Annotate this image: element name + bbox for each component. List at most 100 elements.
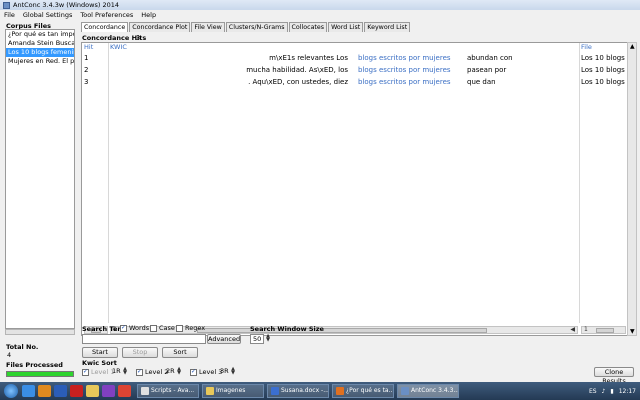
tab-collocates[interactable]: Collocates bbox=[288, 22, 328, 32]
taskbar-button[interactable]: ¿Por qué es ta... bbox=[332, 384, 394, 398]
start-button[interactable]: Start bbox=[82, 347, 118, 358]
column-header-file[interactable]: File bbox=[581, 43, 592, 51]
kwic-right-context: abundan con bbox=[467, 54, 513, 62]
case-check-box[interactable] bbox=[150, 324, 157, 332]
corpus-file-item[interactable]: Amanda Stein Buscal bbox=[6, 39, 74, 48]
menu-tool-preferences[interactable]: Tool Preferences bbox=[80, 11, 133, 19]
language-indicator[interactable]: ES bbox=[589, 388, 597, 395]
taskbar-app-icon bbox=[336, 387, 344, 395]
hit-file[interactable]: Los 10 blogs bbox=[581, 52, 625, 64]
table-row[interactable]: 1 m\xE1s relevantes Los blogs escritos p… bbox=[82, 52, 631, 64]
window-size-spinner-icon[interactable]: ▲ ▼ bbox=[265, 334, 271, 343]
taskbar-app-icon bbox=[401, 387, 409, 395]
concordance-hits-count: 3 bbox=[136, 34, 141, 42]
results-vertical-scrollbar[interactable]: ▲ ▼ bbox=[627, 42, 637, 336]
chrome-pin-icon[interactable] bbox=[118, 385, 131, 397]
case-label: Case bbox=[159, 324, 175, 332]
clone-results-button[interactable]: Clone Results bbox=[594, 367, 634, 385]
volume-icon[interactable]: ♪ bbox=[602, 388, 606, 395]
sort-level-2-check-box[interactable] bbox=[136, 368, 143, 376]
taskbar-button[interactable]: AntConc 3.4.3... bbox=[397, 384, 459, 398]
sort-level-3-check-box[interactable] bbox=[190, 368, 197, 376]
case-checkbox[interactable]: Case bbox=[150, 324, 175, 332]
taskbar-app-icon bbox=[206, 387, 214, 395]
taskbar-button-label: Scripts - Ava... bbox=[151, 387, 195, 394]
kwic-search-term[interactable]: blogs escritos por mujeres bbox=[358, 64, 451, 76]
corpus-pane: Corpus Files ¿Por qué es tan impor Amand… bbox=[0, 20, 80, 382]
hit-file[interactable]: Los 10 blogs bbox=[581, 76, 625, 88]
taskbar-button[interactable]: Susana.docx -... bbox=[267, 384, 329, 398]
menu-file[interactable]: File bbox=[4, 11, 15, 19]
corpus-file-list[interactable]: ¿Por qué es tan impor Amanda Stein Busca… bbox=[5, 29, 75, 329]
menu-bar: File Global Settings Tool Preferences He… bbox=[0, 10, 640, 20]
sort-level-3-value[interactable]: 3R bbox=[218, 367, 230, 376]
sort-level-3-spinner-icon[interactable]: ▲ ▼ bbox=[230, 367, 236, 376]
taskbar: Scripts - Ava... Imagenes Susana.docx -...… bbox=[0, 382, 640, 400]
app-icon bbox=[3, 1, 10, 9]
hit-number: 3 bbox=[84, 78, 89, 86]
hit-file[interactable]: Los 10 blogs bbox=[581, 64, 625, 76]
kwic-sort-label: Kwic Sort bbox=[82, 359, 117, 367]
regex-checkbox[interactable]: Regex bbox=[176, 324, 205, 332]
corpus-file-item[interactable]: Mujeres en Red. El pe bbox=[6, 57, 74, 66]
scroll-up-arrow-icon[interactable]: ▲ bbox=[630, 43, 635, 50]
taskbar-button-label: Imagenes bbox=[216, 387, 246, 394]
sort-level-1-check-box[interactable] bbox=[82, 368, 89, 376]
words-checkbox[interactable]: Words bbox=[120, 324, 149, 332]
menu-global-settings[interactable]: Global Settings bbox=[23, 11, 72, 19]
system-tray: ES ♪ ▮ 12:17 bbox=[584, 382, 636, 400]
kwic-line: mucha habilidad. As\xED, los blogs escri… bbox=[110, 64, 579, 76]
sort-button[interactable]: Sort bbox=[162, 347, 198, 358]
taskbar-button[interactable]: Scripts - Ava... bbox=[137, 384, 199, 398]
media-player-pin-icon[interactable] bbox=[38, 385, 51, 397]
corpus-list-scrollbar[interactable] bbox=[5, 329, 75, 335]
kwic-left-context: m\xE1s relevantes Los bbox=[269, 54, 348, 62]
tab-file-view[interactable]: File View bbox=[191, 22, 225, 32]
tab-keyword-list[interactable]: Keyword List bbox=[364, 22, 411, 32]
media-pin-icon[interactable] bbox=[102, 385, 115, 397]
files-processed-label: Files Processed bbox=[6, 361, 63, 369]
regex-check-box[interactable] bbox=[176, 324, 183, 332]
window-size-field[interactable]: 50 bbox=[250, 334, 264, 344]
scroll-down-arrow-icon[interactable]: ▼ bbox=[630, 328, 635, 335]
kwic-search-term[interactable]: blogs escritos por mujeres bbox=[358, 52, 451, 64]
menu-help[interactable]: Help bbox=[141, 11, 156, 19]
sort-level-2-spinner-icon[interactable]: ▲ ▼ bbox=[176, 367, 182, 376]
ie-pin-icon[interactable] bbox=[22, 385, 35, 397]
file-column-scrollbar[interactable]: 1 bbox=[581, 326, 626, 334]
words-check-box[interactable] bbox=[120, 324, 127, 332]
folder-pin-icon[interactable] bbox=[86, 385, 99, 397]
tool-tabs: Concordance Concordance Plot File View C… bbox=[81, 22, 411, 32]
sort-level-1-value[interactable]: 1R bbox=[110, 367, 122, 376]
tab-word-list[interactable]: Word List bbox=[328, 22, 364, 32]
column-header-kwic[interactable]: KWIC bbox=[110, 43, 127, 51]
progress-fill bbox=[7, 372, 73, 376]
sort-level-2-value[interactable]: 2R bbox=[164, 367, 176, 376]
stop-button[interactable]: Stop bbox=[122, 347, 158, 358]
concordance-results[interactable]: Hit KWIC File 1 m\xE1s relevantes Los bl… bbox=[81, 42, 632, 336]
search-term-input[interactable] bbox=[82, 334, 206, 344]
corpus-file-item-selected[interactable]: Los 10 blogs femenin bbox=[6, 48, 74, 57]
kwic-left-context: . Aqu\xED, con ustedes, diez bbox=[248, 78, 348, 86]
table-row[interactable]: 3 . Aqu\xED, con ustedes, diez blogs esc… bbox=[82, 76, 631, 88]
tab-concordance-plot[interactable]: Concordance Plot bbox=[129, 22, 191, 32]
kwic-search-term[interactable]: blogs escritos por mujeres bbox=[358, 76, 451, 88]
column-header-hit[interactable]: Hit bbox=[84, 43, 93, 51]
clock[interactable]: 12:17 bbox=[619, 388, 636, 395]
taskbar-button-label: ¿Por qué es ta... bbox=[346, 387, 394, 394]
hit-number: 1 bbox=[84, 54, 89, 62]
sort-level-1-spinner-icon[interactable]: ▲ ▼ bbox=[122, 367, 128, 376]
scroll-left-arrow-icon[interactable]: ◀ bbox=[570, 327, 575, 333]
tab-clusters[interactable]: Clusters/N-Grams bbox=[225, 22, 288, 32]
window-title: AntConc 3.4.3w (Windows) 2014 bbox=[13, 1, 120, 9]
network-icon[interactable]: ▮ bbox=[610, 388, 613, 395]
table-row[interactable]: 2 mucha habilidad. As\xED, los blogs esc… bbox=[82, 64, 631, 76]
scroll-right-label[interactable]: 1 bbox=[584, 327, 588, 333]
word-pin-icon[interactable] bbox=[54, 385, 67, 397]
start-button-icon[interactable] bbox=[4, 384, 18, 398]
taskbar-button[interactable]: Imagenes bbox=[202, 384, 264, 398]
acrobat-pin-icon[interactable] bbox=[70, 385, 83, 397]
tab-concordance[interactable]: Concordance bbox=[81, 22, 129, 32]
corpus-file-item[interactable]: ¿Por qué es tan impor bbox=[6, 30, 74, 39]
advanced-button[interactable]: Advanced bbox=[207, 334, 241, 344]
